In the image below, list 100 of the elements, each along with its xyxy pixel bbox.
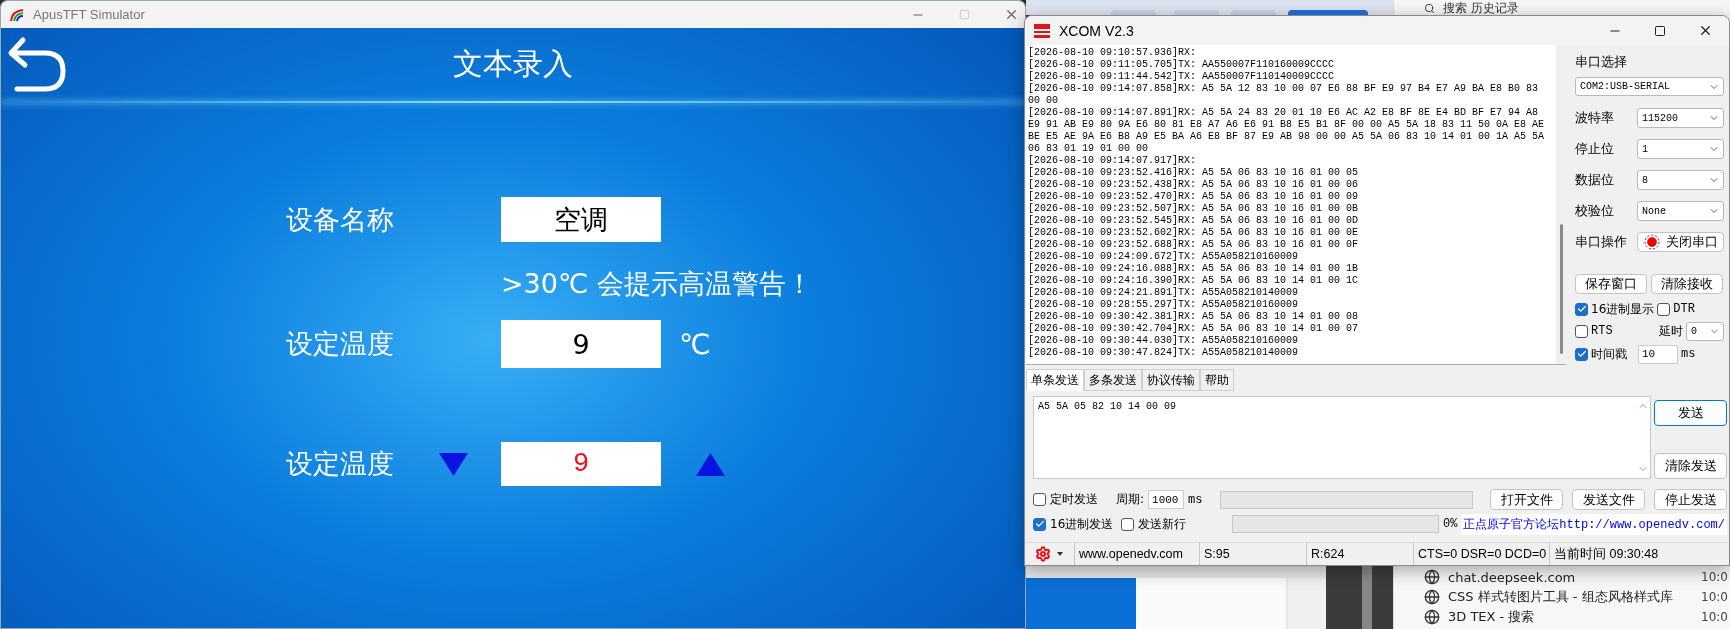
gear-icon[interactable] xyxy=(1035,546,1051,562)
tab[interactable]: 协议传输 xyxy=(1142,369,1200,391)
field-label: 设定温度 xyxy=(286,327,395,361)
status-text: R:624 xyxy=(1306,543,1413,565)
checkbox-label: 16进制显示 xyxy=(1591,300,1655,318)
unit-label: ms xyxy=(1188,492,1203,507)
status-text: CTS=0 DSR=0 DCD=0 xyxy=(1413,543,1549,565)
log-line: [2026-08-10 09:11:05.705]TX: AA550007F110160009CCCC xyxy=(1028,59,1336,71)
checkbox-label: 时间戳 xyxy=(1591,345,1627,363)
log-line: [2026-08-10 09:14:07.917]RX: xyxy=(1028,155,1198,167)
warning-text: >30℃ 会提示高温警告！ xyxy=(501,267,814,301)
tab[interactable]: 单条发送 xyxy=(1026,369,1084,391)
search-icon xyxy=(1424,2,1435,14)
timestamp-field[interactable]: 10 xyxy=(1638,344,1678,364)
history-item[interactable]: CSS 样式转图片工具 - 组态风格样式库 10:0 xyxy=(1394,587,1730,607)
globe-icon xyxy=(1424,609,1440,625)
log-line: [2026-08-10 09:24:16.088]RX: A5 5A 06 83 10 14 01 00 1B xyxy=(1028,263,1360,275)
history-title: chat.deepseek.com xyxy=(1448,569,1577,585)
app-logo-icon xyxy=(9,7,25,22)
increase-triangle-icon[interactable] xyxy=(696,452,725,476)
screen-title: 文本录入 xyxy=(453,45,573,83)
receive-action-button[interactable]: 清除接收 xyxy=(1651,274,1723,294)
close-icon[interactable] xyxy=(1698,23,1713,38)
unit-label: ms xyxy=(1681,347,1696,361)
log-line: [2026-08-10 09:30:44.030]TX: A55A058210160009 xyxy=(1028,335,1300,347)
period-label: 周期: xyxy=(1116,491,1145,508)
log-line: [2026-08-10 09:23:52.416]RX: A5 5A 06 83 10 16 01 00 05 xyxy=(1028,167,1360,179)
history-item[interactable]: chat.deepseek.com 10:0 xyxy=(1394,567,1730,587)
checkbox-label: 定时发送 xyxy=(1050,491,1098,508)
setting-select[interactable]: None xyxy=(1637,201,1724,221)
checkbox[interactable] xyxy=(1121,517,1135,531)
history-title: CSS 样式转图片工具 - 组态风格样式库 xyxy=(1448,588,1674,606)
checkbox[interactable] xyxy=(1657,302,1671,316)
checkbox-label: RTS xyxy=(1591,324,1613,338)
log-line: [2026-08-10 09:23:52.438]RX: A5 5A 06 83 10 16 01 00 06 xyxy=(1028,179,1360,191)
log-line: [2026-08-10 09:11:44.542]TX: AA550007F110140009CCCC xyxy=(1028,71,1336,83)
receive-action-button[interactable]: 保存窗口 xyxy=(1575,274,1647,294)
log-line: [2026-08-10 09:30:47.824]TX: A55A058210140009 xyxy=(1028,347,1300,359)
field-label: 设备名称 xyxy=(286,202,395,237)
log-line: [2026-08-10 09:23:52.602]RX: A5 5A 06 83 10 16 01 00 0E xyxy=(1028,227,1360,239)
log-line: [2026-08-10 09:23:52.545]RX: A5 5A 06 83 10 16 01 00 0D xyxy=(1028,215,1360,227)
field-label: 设定温度 xyxy=(286,447,395,481)
log-line: [2026-08-10 09:24:21.891]TX: A55A058210140009 xyxy=(1028,287,1300,299)
caret-icon[interactable] xyxy=(1057,552,1063,556)
decrease-triangle-icon[interactable] xyxy=(439,452,468,476)
log-line: [2026-08-10 09:14:07.891]RX: A5 5A 24 83 20 01 10 E6 AC A2 E8 BF 8E E4 BD BF E7 94 A8 E9 91 AB E9 80 9A E6 80 81 E8 A7 A6 E6 91 B8 E5 B1 8F 00 00 A5 5A 18 83 11 50 0A E8 AE BE E5 AE 9A E6 B8 A9 E5 BA A6 E8 BF 87 E9 AB 98 00 00 A5 5A 06 83 10 14 01 00 1A A5 5A 06 83 01 19 01 00 00 xyxy=(1028,107,1546,155)
forum-link[interactable]: 正点原子官方论坛http://www.openedv.com/ xyxy=(1461,513,1727,535)
unit-label: ℃ xyxy=(679,327,712,361)
setting-select[interactable]: 1 xyxy=(1637,139,1724,159)
send-action-button[interactable]: 发送 xyxy=(1654,400,1727,426)
value-field[interactable]: 空调 xyxy=(501,197,661,242)
checkbox-label: 16进制发送 xyxy=(1050,515,1114,533)
globe-icon xyxy=(1424,589,1440,605)
value-field[interactable]: 9 xyxy=(501,320,661,368)
history-time: 10:0 xyxy=(1701,570,1729,584)
tab[interactable]: 多条发送 xyxy=(1084,369,1142,391)
back-arrow-icon[interactable] xyxy=(7,35,67,94)
history-time: 10:0 xyxy=(1701,610,1729,624)
tab[interactable]: 帮助 xyxy=(1200,369,1234,391)
log-line: [2026-08-10 09:23:52.688]RX: A5 5A 06 83 10 16 01 00 0F xyxy=(1028,239,1360,251)
status-text: www.openedv.com xyxy=(1074,543,1199,565)
file-action-button[interactable]: 停止发送 xyxy=(1654,489,1727,510)
setting-label: 数据位 xyxy=(1575,171,1615,189)
log-line: [2026-08-10 09:10:57.936]RX: xyxy=(1028,47,1198,59)
file-action-button[interactable]: 打开文件 xyxy=(1490,489,1563,510)
progress-reading: 0% xyxy=(1442,517,1458,531)
log-line: [2026-08-10 09:24:09.672]TX: A55A058210160009 xyxy=(1028,251,1300,263)
delay-select[interactable]: 0 xyxy=(1686,321,1724,341)
checkbox[interactable] xyxy=(1575,324,1588,338)
setting-select[interactable]: 8 xyxy=(1637,170,1724,190)
app-logo-icon xyxy=(1033,21,1051,40)
setting-label: 校验位 xyxy=(1575,202,1615,220)
log-line: [2026-08-10 09:30:42.704]RX: A5 5A 06 83 10 14 01 00 07 xyxy=(1028,323,1360,335)
setting-select[interactable]: 115200 xyxy=(1637,108,1724,128)
window-title: XCOM V2.3 xyxy=(1059,22,1135,39)
setting-label: 波特率 xyxy=(1575,109,1615,127)
checkbox[interactable] xyxy=(1575,302,1588,316)
port-toggle-button[interactable]: 关闭串口 xyxy=(1637,232,1724,252)
send-action-button[interactable]: 清除发送 xyxy=(1654,453,1727,479)
search-field[interactable]: 搜索 历史记录 xyxy=(1443,1,1519,15)
period-field[interactable]: 1000 xyxy=(1148,490,1185,509)
value-field[interactable]: 9 xyxy=(501,442,661,486)
setting-label: 串口操作 xyxy=(1575,233,1628,251)
log-line: [2026-08-10 09:23:52.470]RX: A5 5A 06 83 10 16 01 00 09 xyxy=(1028,191,1360,203)
maximize-icon[interactable] xyxy=(1654,24,1666,37)
log-line: [2026-08-10 09:24:16.390]RX: A5 5A 06 83 10 14 01 00 1C xyxy=(1028,275,1360,287)
log-line: [2026-08-10 09:23:52.507]RX: A5 5A 06 83 10 16 01 00 0B xyxy=(1028,203,1360,215)
history-item[interactable]: 3D TEX - 搜索 10:0 xyxy=(1394,607,1730,627)
history-title: 3D TEX - 搜索 xyxy=(1448,608,1536,626)
checkbox[interactable] xyxy=(1033,493,1046,506)
checkbox[interactable] xyxy=(1033,517,1046,531)
checkbox[interactable] xyxy=(1575,347,1588,361)
delay-label: 延时 xyxy=(1659,322,1683,340)
port-select[interactable]: COM2:USB-SERIAL xyxy=(1575,77,1724,96)
file-action-button[interactable]: 发送文件 xyxy=(1572,489,1645,510)
history-time: 10:0 xyxy=(1701,590,1729,604)
checkbox-label: 发送新行 xyxy=(1138,515,1187,533)
log-line: [2026-08-10 09:28:55.297]TX: A55A058210160009 xyxy=(1028,299,1300,311)
status-text: S:95 xyxy=(1199,543,1306,565)
globe-icon xyxy=(1424,569,1440,585)
